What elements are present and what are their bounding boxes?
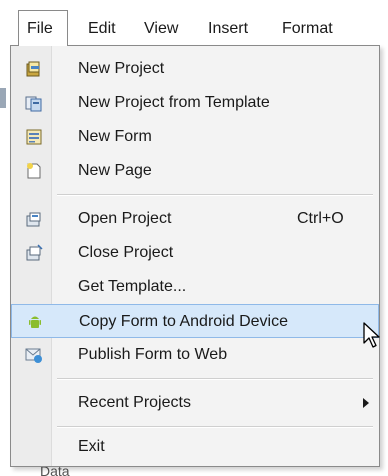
menu-item-label: New Page — [78, 162, 152, 179]
menu-item-label: Close Project — [78, 244, 174, 261]
underlying-panel-edge — [0, 88, 6, 108]
menu-item-label: Exit — [78, 438, 105, 455]
menu-separator — [57, 378, 373, 380]
open-project-icon — [26, 212, 41, 227]
publish-web-icon — [25, 348, 42, 363]
menu-item-new-page[interactable]: New Page — [11, 154, 379, 188]
menu-item-open-project[interactable]: Open Project Ctrl+O — [11, 202, 379, 236]
menu-item-label: Get Template... — [78, 278, 187, 295]
menu-item-copy-form-to-android[interactable]: Copy Form to Android Device — [11, 304, 379, 338]
menu-item-get-template[interactable]: Get Template... — [11, 270, 379, 304]
file-menu-dropdown: New Project New Project from Template Ne… — [10, 45, 380, 467]
menu-edit[interactable]: Edit — [80, 14, 124, 44]
menu-separator — [57, 426, 373, 428]
menu-item-recent-projects[interactable]: Recent Projects — [11, 386, 379, 420]
mouse-cursor-icon — [363, 322, 380, 348]
menu-item-new-project[interactable]: New Project — [11, 52, 379, 86]
menu-insert[interactable]: Insert — [200, 14, 256, 44]
menu-item-close-project[interactable]: Close Project — [11, 236, 379, 270]
new-project-icon — [26, 61, 40, 77]
close-project-icon — [26, 244, 43, 261]
menu-item-label: New Form — [78, 128, 152, 145]
new-form-icon — [26, 129, 42, 145]
menu-file[interactable]: File — [18, 10, 68, 46]
menu-item-label: New Project from Template — [78, 94, 270, 111]
menu-item-label: Copy Form to Android Device — [79, 313, 288, 330]
menu-format[interactable]: Format — [274, 14, 341, 44]
menu-item-new-form[interactable]: New Form — [11, 120, 379, 154]
menu-item-label: New Project — [78, 60, 165, 77]
menu-separator — [57, 194, 373, 196]
menu-item-publish-form-to-web[interactable]: Publish Form to Web — [11, 338, 379, 372]
new-page-icon — [27, 163, 41, 179]
menu-item-label: Publish Form to Web — [78, 346, 228, 363]
android-icon — [29, 316, 41, 328]
underlying-text: Data — [40, 466, 70, 476]
menu-view[interactable]: View — [136, 14, 186, 44]
menu-item-exit[interactable]: Exit — [11, 430, 379, 464]
submenu-arrow-icon — [363, 398, 369, 408]
menu-item-label: Recent Projects — [78, 394, 191, 411]
menu-item-new-project-from-template[interactable]: New Project from Template — [11, 86, 379, 120]
menu-item-label: Open Project — [78, 210, 172, 227]
menu-bar: File Edit View Insert Format — [0, 0, 388, 46]
template-icon — [25, 96, 42, 112]
menu-item-shortcut: Ctrl+O — [297, 210, 344, 227]
